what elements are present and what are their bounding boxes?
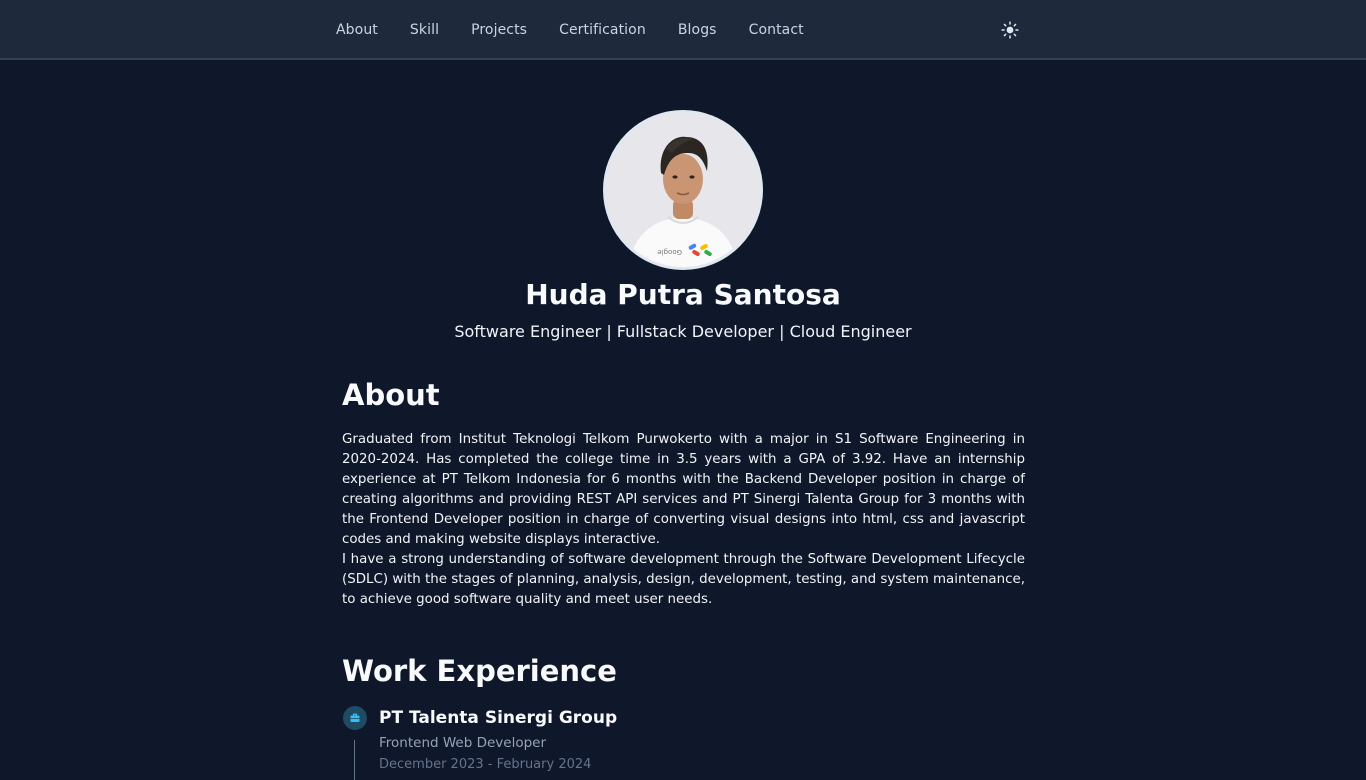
timeline-line [354, 740, 355, 780]
about-heading: About [342, 378, 440, 412]
theme-toggle-button[interactable] [1000, 20, 1020, 40]
briefcase-icon [350, 713, 360, 722]
svg-text:Google: Google [657, 248, 682, 256]
profile-tagline: Software Engineer | Fullstack Developer … [454, 322, 912, 341]
nav-link-projects[interactable]: Projects [471, 22, 527, 38]
nav-link-contact[interactable]: Contact [749, 22, 804, 38]
nav-link-blogs[interactable]: Blogs [678, 22, 717, 38]
profile-name: Huda Putra Santosa [525, 278, 841, 311]
nav-link-about[interactable]: About [336, 22, 378, 38]
profile-avatar: Google [603, 110, 763, 270]
profile-photo: Google [606, 113, 760, 267]
about-paragraph-1: Graduated from Institut Teknologi Telkom… [342, 432, 1025, 547]
about-description: Graduated from Institut Teknologi Telkom… [342, 430, 1025, 610]
sun-icon [1001, 21, 1019, 39]
nav-link-skill[interactable]: Skill [410, 22, 439, 38]
nav-link-certification[interactable]: Certification [559, 22, 646, 38]
about-paragraph-2: I have a strong understanding of softwar… [342, 552, 1025, 607]
job-role: Frontend Web Developer [379, 735, 547, 751]
work-experience-heading: Work Experience [342, 654, 617, 688]
top-navbar: About Skill Projects Certification Blogs… [0, 0, 1366, 60]
nav-links: About Skill Projects Certification Blogs… [336, 0, 804, 60]
job-company: PT Talenta Sinergi Group [379, 708, 618, 728]
timeline-marker [343, 706, 367, 730]
job-date: December 2023 - February 2024 [379, 757, 592, 772]
